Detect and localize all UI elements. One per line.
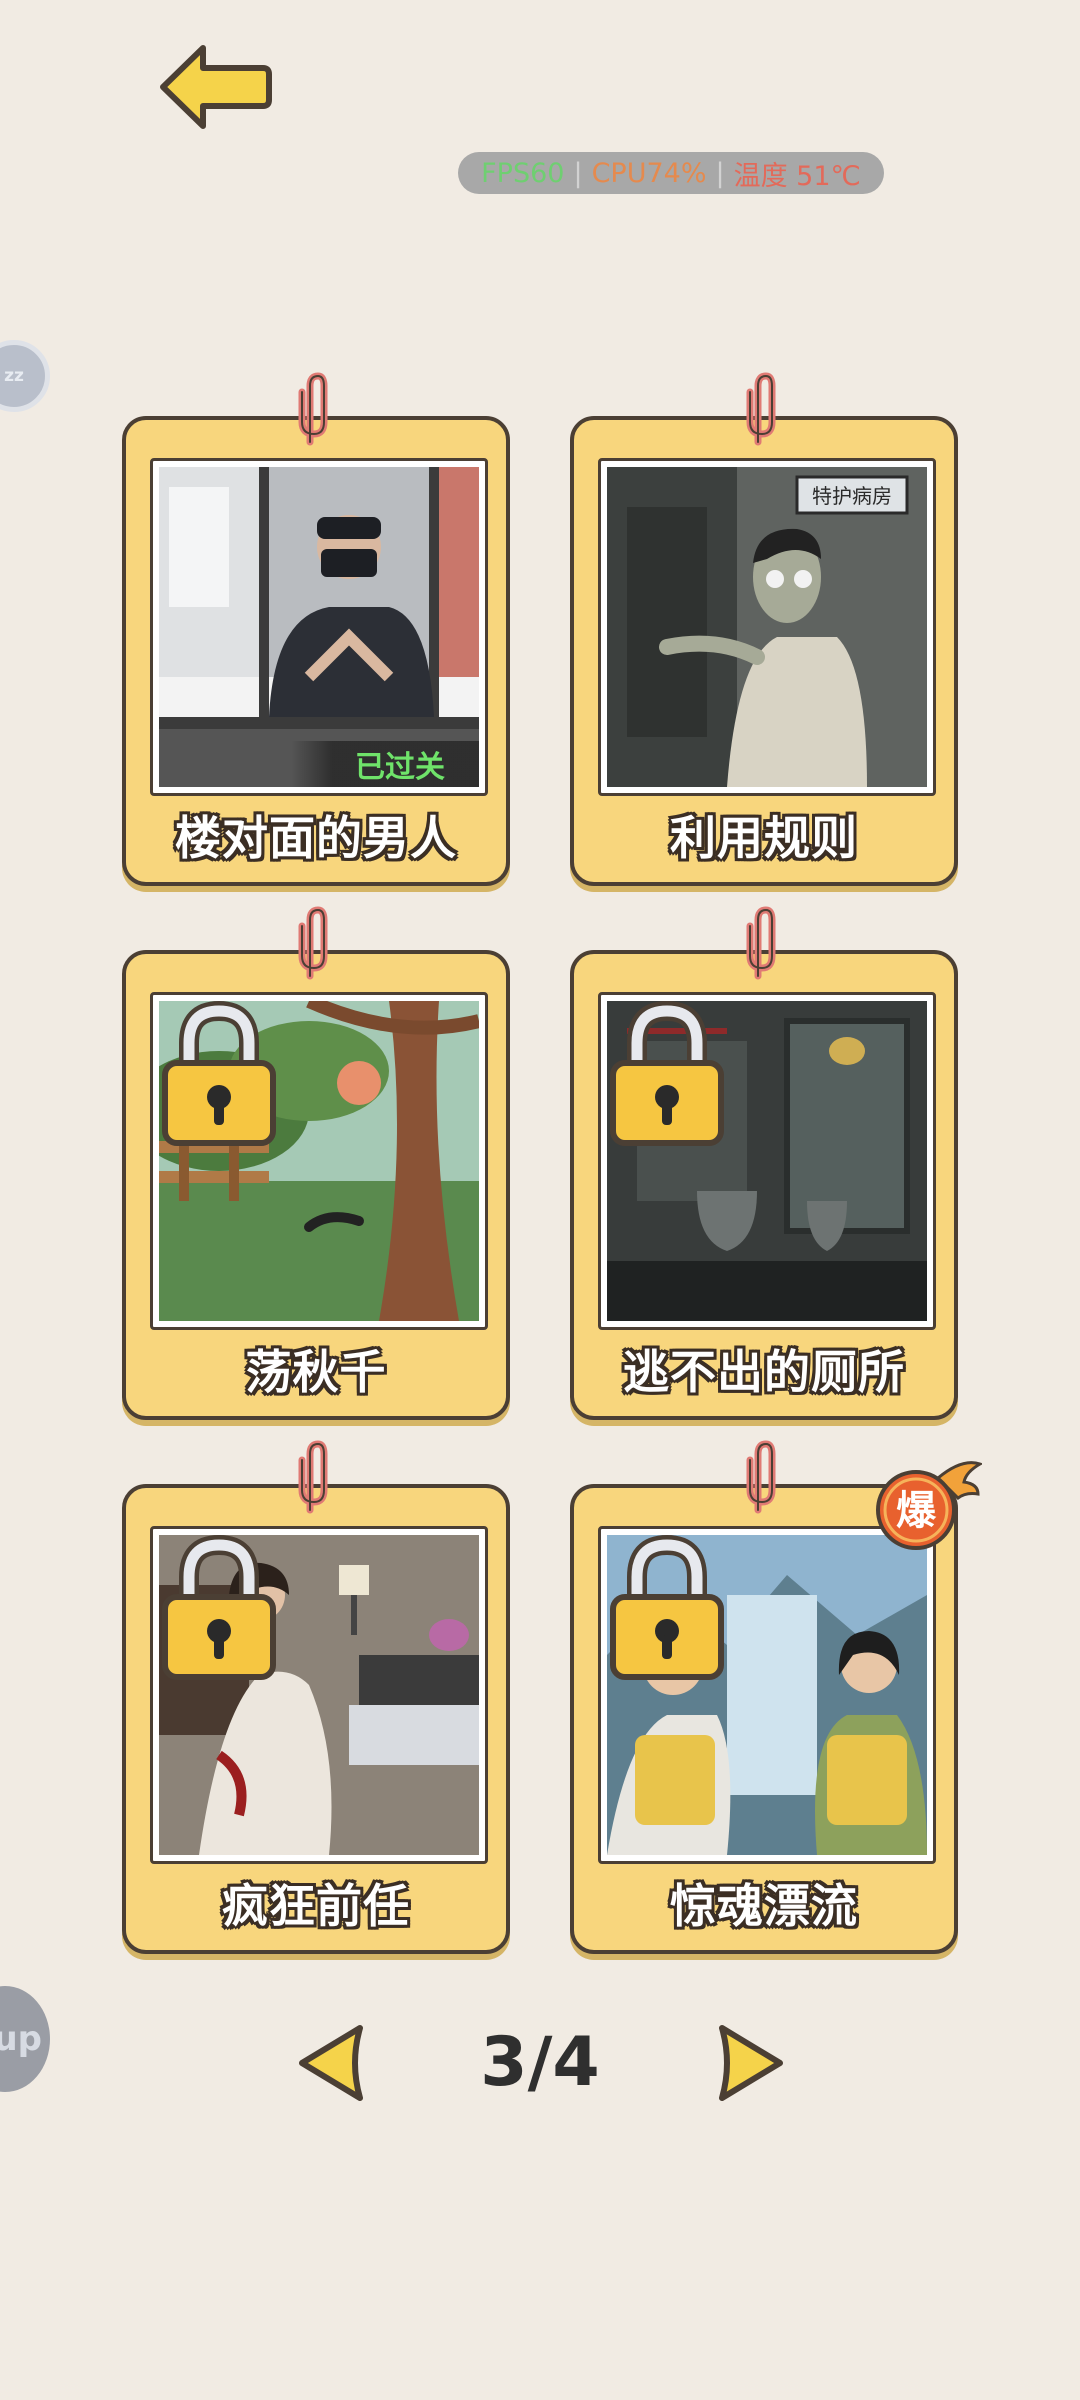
level-card-5[interactable]: 疯狂前任 (122, 1440, 510, 1954)
floating-assist-button[interactable]: zz (0, 340, 50, 412)
fps-readout: FPS60 (481, 157, 565, 189)
level-title: 疯狂前任 (222, 1879, 410, 1933)
temperature-readout: 温度 51℃ (733, 160, 861, 192)
level-passed-label: 已过关 (291, 741, 479, 787)
level-thumbnail (150, 1526, 488, 1864)
hot-badge-icon: 爆 (876, 1461, 982, 1550)
previous-page-button[interactable] (296, 2022, 370, 2104)
level-title: 逃不出的厕所 (623, 1345, 905, 1399)
floating-up-button[interactable]: up (0, 1986, 50, 2092)
level-thumbnail: 特护病房 (598, 458, 936, 796)
zombie-ward-illustration: 特护病房 (607, 467, 927, 787)
ward-sign: 特护病房 (812, 484, 892, 508)
hot-badge-label: 爆 (896, 1488, 937, 1534)
back-button[interactable] (155, 40, 275, 135)
level-thumbnail (150, 992, 488, 1330)
paper-clip-icon (746, 372, 776, 446)
level-card-1[interactable]: 已过关 楼对面的男人 (122, 372, 510, 886)
paper-clip-icon (298, 906, 328, 980)
level-title: 利用规则 (670, 811, 858, 865)
cpu-readout: CPU74% (591, 157, 707, 189)
next-page-button[interactable] (712, 2022, 786, 2104)
level-card-2[interactable]: 特护病房 利用规则 (570, 372, 958, 886)
level-card-4[interactable]: 逃不出的厕所 (570, 906, 958, 1420)
paper-clip-icon (746, 1440, 776, 1514)
level-thumbnail: 已过关 (150, 458, 488, 796)
level-thumbnail (598, 992, 936, 1330)
page-indicator: 3/4 (480, 2023, 600, 2102)
lock-icon (162, 1535, 276, 1680)
level-thumbnail (598, 1526, 936, 1864)
level-card-6[interactable]: 惊魂漂流 爆 (570, 1440, 982, 1954)
level-title: 惊魂漂流 (670, 1879, 858, 1933)
performance-overlay: FPS60 | CPU74% | 温度 51℃ (458, 152, 884, 194)
lock-icon (610, 1535, 724, 1680)
level-card-3[interactable]: 荡秋千 (122, 906, 510, 1420)
level-title: 荡秋千 (245, 1345, 387, 1399)
man-in-window-illustration (159, 467, 479, 787)
level-title: 楼对面的男人 (175, 811, 457, 865)
paper-clip-icon (298, 372, 328, 446)
paper-clip-icon (746, 906, 776, 980)
lock-icon (610, 1001, 724, 1146)
lock-icon (162, 1001, 276, 1146)
paper-clip-icon (298, 1440, 328, 1514)
